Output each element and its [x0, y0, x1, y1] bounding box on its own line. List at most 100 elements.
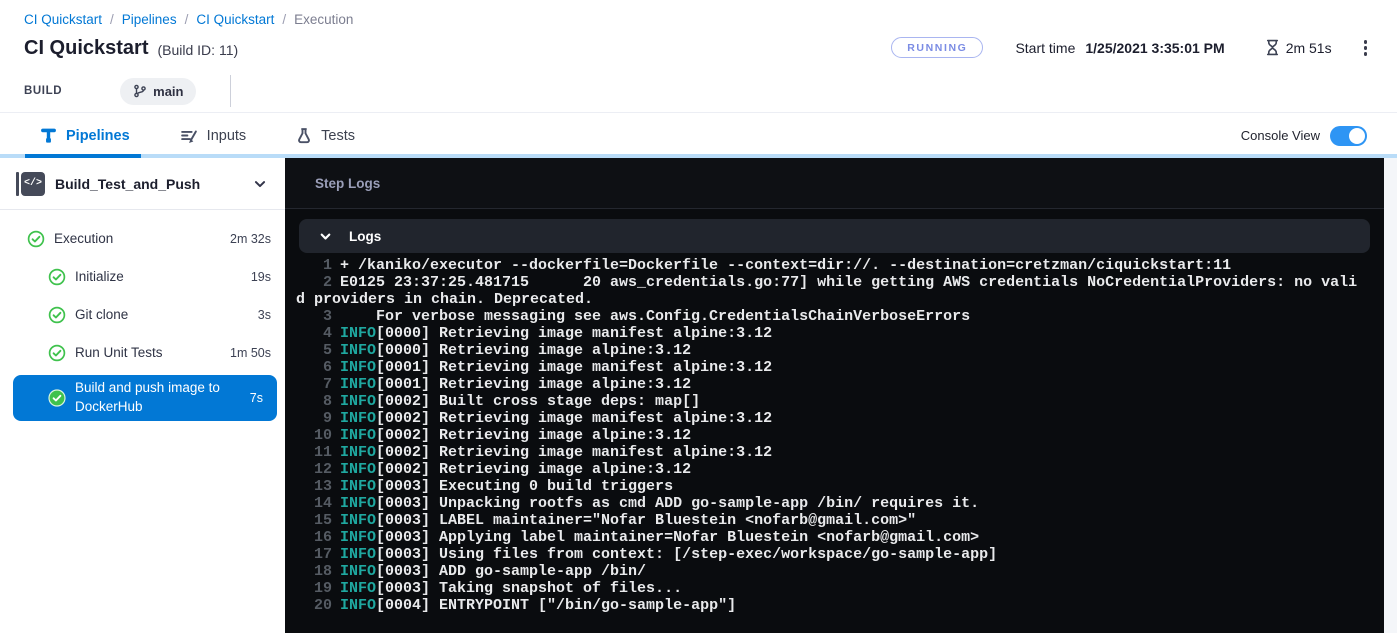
log-line: 8INFO[0002] Built cross stage deps: map[…: [296, 393, 1360, 410]
log-level-info: INFO: [340, 529, 376, 546]
page-title: CI Quickstart: [24, 37, 148, 60]
step-duration: 1m 50s: [224, 346, 271, 360]
log-line: 3 For verbose messaging see aws.Config.C…: [296, 308, 1360, 325]
log-line: 12INFO[0002] Retrieving image alpine:3.1…: [296, 461, 1360, 478]
step-duration: 3s: [252, 308, 271, 322]
log-level-info: INFO: [340, 495, 376, 512]
line-number: 11: [296, 444, 332, 461]
line-number: 3: [296, 308, 332, 325]
console-view-toggle[interactable]: [1330, 126, 1367, 146]
line-number: 16: [296, 529, 332, 546]
tab-pipelines[interactable]: Pipelines: [40, 127, 130, 144]
success-check-icon: [48, 344, 66, 362]
pipeline-icon: [40, 127, 57, 144]
breadcrumb-link[interactable]: Pipelines: [122, 12, 177, 27]
stage-name: Build_Test_and_Push: [55, 176, 241, 192]
logs-section-header[interactable]: Logs: [299, 219, 1370, 253]
tab-inputs[interactable]: Inputs: [180, 127, 247, 144]
line-number: 14: [296, 495, 332, 512]
success-check-icon: [48, 306, 66, 324]
log-level-info: INFO: [340, 376, 376, 393]
log-line: 19INFO[0003] Taking snapshot of files...: [296, 580, 1360, 597]
log-line: 6INFO[0001] Retrieving image manifest al…: [296, 359, 1360, 376]
line-number: 10: [296, 427, 332, 444]
log-level-info: INFO: [340, 597, 376, 614]
step-list: Execution 2m 32s Initialize19s Git clone 3s R…: [0, 210, 285, 421]
log-level-info: INFO: [340, 393, 376, 410]
line-number: 2: [296, 274, 332, 291]
step-item[interactable]: Run Unit Tests 1m 50s: [0, 334, 285, 372]
hourglass-icon: [1265, 39, 1280, 56]
step-item[interactable]: Build and push image to DockerHub7s: [13, 375, 277, 421]
tab-underline: [0, 154, 1397, 158]
log-line: 14INFO[0003] Unpacking rootfs as cmd ADD…: [296, 495, 1360, 512]
breadcrumb-link[interactable]: CI Quickstart: [24, 12, 102, 27]
tab-label: Inputs: [207, 128, 247, 144]
line-number: 17: [296, 546, 332, 563]
log-level-info: INFO: [340, 580, 376, 597]
execution-sidebar: </> Build_Test_and_Push Execution 2m 32s I…: [0, 158, 285, 633]
breadcrumb-link[interactable]: CI Quickstart: [196, 12, 274, 27]
step-label: Initialize: [75, 268, 124, 287]
step-item[interactable]: Initialize19s: [0, 258, 285, 296]
log-level-info: INFO: [340, 461, 376, 478]
chevron-down-icon[interactable]: [251, 175, 269, 193]
line-number: 19: [296, 580, 332, 597]
log-line: 17INFO[0003] Using files from context: […: [296, 546, 1360, 563]
step-label: Git clone: [75, 306, 128, 325]
step-duration: 7s: [244, 391, 263, 405]
elapsed-block: 2m 51s: [1265, 39, 1332, 56]
log-line: 15INFO[0003] LABEL maintainer="Nofar Blu…: [296, 512, 1360, 529]
console-title: Step Logs: [315, 176, 380, 191]
more-options-kebab-icon[interactable]: [1358, 36, 1373, 59]
tab-bar: Pipelines Inputs Tests Console View: [0, 112, 1397, 158]
log-line: 4INFO[0000] Retrieving image manifest al…: [296, 325, 1360, 342]
build-row: BUILD main: [24, 74, 1373, 112]
log-level-info: INFO: [340, 563, 376, 580]
breadcrumb-separator: /: [185, 12, 189, 27]
line-number: 9: [296, 410, 332, 427]
log-line: 7INFO[0001] Retrieving image alpine:3.12: [296, 376, 1360, 393]
chevron-down-icon: [319, 230, 332, 243]
status-badge: RUNNING: [891, 37, 983, 58]
build-id-label: (Build ID: 11): [157, 39, 238, 58]
log-line: 5INFO[0000] Retrieving image alpine:3.12: [296, 342, 1360, 359]
logs-section-label: Logs: [349, 229, 381, 244]
line-number: 15: [296, 512, 332, 529]
header-divider: [230, 75, 231, 107]
toggle-knob: [1349, 128, 1365, 144]
tab-label: Pipelines: [66, 128, 130, 144]
line-number: 1: [296, 257, 332, 274]
log-level-info: INFO: [340, 478, 376, 495]
page-header: CI Quickstart / Pipelines / CI Quickstart / Ex…: [0, 0, 1397, 112]
pipeline-execution-page: CI Quickstart / Pipelines / CI Quickstart / Ex…: [0, 0, 1397, 633]
step-label: Run Unit Tests: [75, 344, 163, 363]
branch-badge[interactable]: main: [120, 78, 196, 105]
log-level-info: INFO: [340, 427, 376, 444]
breadcrumb: CI Quickstart / Pipelines / CI Quickstart / Ex…: [24, 10, 1373, 28]
stage-header[interactable]: </> Build_Test_and_Push: [0, 158, 285, 210]
console-view-control: Console View: [1241, 126, 1397, 146]
tab-tests[interactable]: Tests: [296, 127, 355, 144]
breadcrumb-current: Execution: [294, 12, 353, 27]
line-number: 20: [296, 597, 332, 614]
step-item[interactable]: Execution 2m 32s: [0, 220, 285, 258]
step-label: Execution: [54, 230, 113, 249]
success-check-icon: [48, 389, 66, 407]
right-gutter: [1384, 158, 1397, 633]
git-branch-icon: [133, 84, 147, 98]
line-number: 5: [296, 342, 332, 359]
execution-meta: RUNNING Start time 1/25/2021 3:35:01 PM …: [891, 36, 1373, 59]
log-level-info: INFO: [340, 512, 376, 529]
start-time-label: Start time: [1015, 40, 1075, 56]
elapsed-value: 2m 51s: [1286, 40, 1332, 56]
tabs: Pipelines Inputs Tests: [40, 127, 405, 144]
log-line: 9INFO[0002] Retrieving image manifest al…: [296, 410, 1360, 427]
breadcrumb-separator: /: [110, 12, 114, 27]
step-duration: 2m 32s: [224, 232, 271, 246]
build-label: BUILD: [24, 85, 62, 97]
step-item[interactable]: Git clone 3s: [0, 296, 285, 334]
log-line: 2E0125 23:37:25.481715 20 aws_credential…: [296, 274, 1360, 308]
stage-code-icon: </>: [16, 172, 45, 196]
breadcrumb-separator: /: [282, 12, 286, 27]
